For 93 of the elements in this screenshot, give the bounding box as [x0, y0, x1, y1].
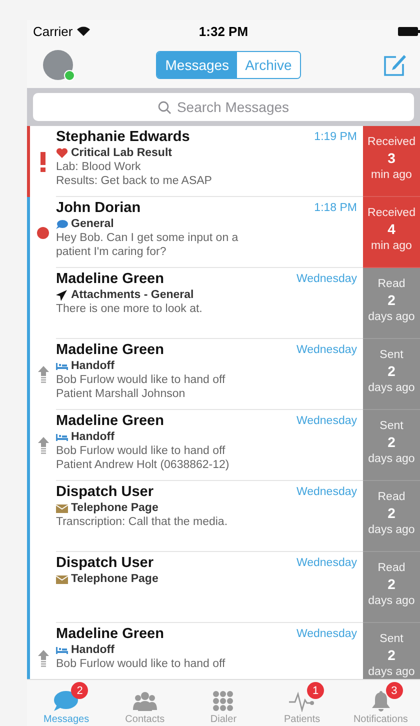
notification-badge: 1	[307, 682, 324, 699]
carrier-label: Carrier	[33, 24, 73, 38]
sender-name: Stephanie Edwards	[56, 129, 191, 146]
status-unit: days ago	[368, 523, 415, 538]
message-row[interactable]: John Dorian General Hey Bob. Can I get some input on a patient I'm caring for? 1:18 PM Received 4 min ago	[27, 197, 420, 268]
message-preview: There is one more to look at.	[56, 302, 204, 316]
status-label: Read	[378, 277, 406, 292]
status-label: Received	[368, 135, 416, 150]
message-time: Wednesday	[296, 414, 357, 429]
message-row[interactable]: Dispatch User Telephone Page Wednesday Read 2 days ago	[27, 552, 420, 623]
message-preview: Lab: Blood Work	[56, 160, 142, 174]
tab-label: Dialer	[210, 714, 237, 725]
message-preview: Bob Furlow would like to hand off	[56, 444, 226, 458]
sender-name: Madeline Green	[56, 271, 165, 288]
sender-name: Madeline Green	[56, 342, 165, 359]
message-time: Wednesday	[296, 627, 357, 642]
status-count: 3	[388, 150, 396, 167]
status-unit: days ago	[368, 452, 415, 467]
message-row[interactable]: Dispatch User Telephone Page Transcription: Call that the media. Wednesday Read 2 days ago	[27, 481, 420, 552]
status-count: 2	[388, 505, 396, 522]
bed-icon	[56, 360, 68, 372]
sender-name: Madeline Green	[56, 626, 165, 643]
tab-label: Messages	[44, 714, 90, 725]
message-row[interactable]: Madeline Green Attachments - General There is one more to look at. Wednesday Read 2 days ago	[27, 268, 420, 339]
status-count: 2	[388, 576, 396, 593]
status-unit: days ago	[368, 310, 415, 325]
status-count: 2	[388, 647, 396, 664]
message-time: Wednesday	[296, 343, 357, 358]
search-placeholder: Search Messages	[176, 99, 290, 115]
tab-label: Contacts	[125, 714, 165, 725]
category-label: Telephone Page	[71, 572, 158, 586]
message-time: Wednesday	[296, 556, 357, 571]
message-time: Wednesday	[296, 485, 357, 500]
wifi-icon	[76, 26, 90, 36]
category-label: Handoff	[71, 430, 114, 444]
status-unit: days ago	[368, 381, 415, 396]
status-label: Sent	[380, 348, 404, 363]
status-label: Received	[368, 206, 416, 221]
message-time: 1:19 PM	[314, 130, 357, 145]
message-preview: Patient Andrew Holt (0638862-12)	[56, 458, 230, 472]
heart-icon	[56, 148, 68, 158]
category-label: Critical Lab Result	[71, 146, 172, 160]
tab-label: Notifications	[353, 714, 408, 725]
bed-icon	[56, 432, 68, 442]
status-label: Read	[378, 561, 406, 576]
chat-bubble-icon	[56, 218, 68, 230]
message-preview: patient I'm caring for?	[56, 245, 168, 259]
status-count: 4	[388, 221, 396, 238]
status-label: Read	[378, 490, 406, 505]
status-count: 2	[388, 292, 396, 309]
message-preview: Hey Bob. Can I get some input on a	[56, 231, 240, 245]
message-preview: Transcription: Call that the media.	[56, 515, 229, 529]
message-time: Wednesday	[296, 272, 357, 287]
envelope-icon	[56, 574, 68, 584]
sender-name: Dispatch User	[56, 484, 155, 501]
people-icon	[132, 690, 158, 712]
message-preview: Bob Furlow would like to hand off	[56, 373, 226, 387]
message-preview: Results: Get back to me ASAP	[56, 174, 213, 188]
category-label: Attachments - General	[71, 288, 194, 302]
status-unit: min ago	[371, 239, 412, 254]
tab-label: Patients	[284, 714, 320, 725]
sender-name: John Dorian	[56, 200, 142, 217]
status-label: Sent	[380, 419, 404, 434]
message-time: 1:18 PM	[314, 201, 357, 216]
envelope-icon	[56, 502, 68, 514]
status-unit: days ago	[368, 665, 415, 679]
message-row[interactable]: Madeline Green Handoff Bob Furlow would like to hand off Patient Andrew Holt (0638862-12) Wednesday Sent 2 days ago	[27, 410, 420, 481]
sender-name: Madeline Green	[56, 413, 165, 430]
status-unit: min ago	[371, 168, 412, 183]
profile-avatar[interactable]	[43, 50, 73, 80]
tab-bar-item[interactable]: 1 Patients	[262, 680, 342, 726]
status-unit: days ago	[368, 594, 415, 609]
status-label: Sent	[380, 632, 404, 647]
clock-time: 1:32 PM	[198, 24, 248, 38]
category-label: Handoff	[71, 359, 114, 373]
message-preview: Patient Marshall Johnson	[56, 387, 186, 401]
status-count: 2	[388, 363, 396, 380]
notification-badge: 2	[71, 682, 88, 699]
category-label: Handoff	[71, 643, 114, 657]
battery-icon	[398, 26, 420, 36]
search-icon	[158, 100, 171, 114]
status-count: 2	[388, 434, 396, 451]
bed-icon	[56, 644, 68, 656]
compose-icon[interactable]	[384, 54, 406, 76]
category-label: General	[71, 217, 114, 231]
sender-name: Dispatch User	[56, 555, 155, 572]
category-label: Telephone Page	[71, 501, 158, 515]
paper-plane-icon	[56, 290, 68, 300]
message-preview: Bob Furlow would like to hand off	[56, 657, 226, 671]
notification-badge: 3	[386, 682, 403, 699]
message-row[interactable]: Madeline Green Handoff Bob Furlow would like to hand off Patient Marshall Johnson Wednesday Sent 2 days ago	[27, 339, 420, 410]
tab-bar-item[interactable]: 3 Notifications	[341, 680, 420, 726]
tab-bar-item[interactable]: 2 Messages	[27, 680, 106, 726]
